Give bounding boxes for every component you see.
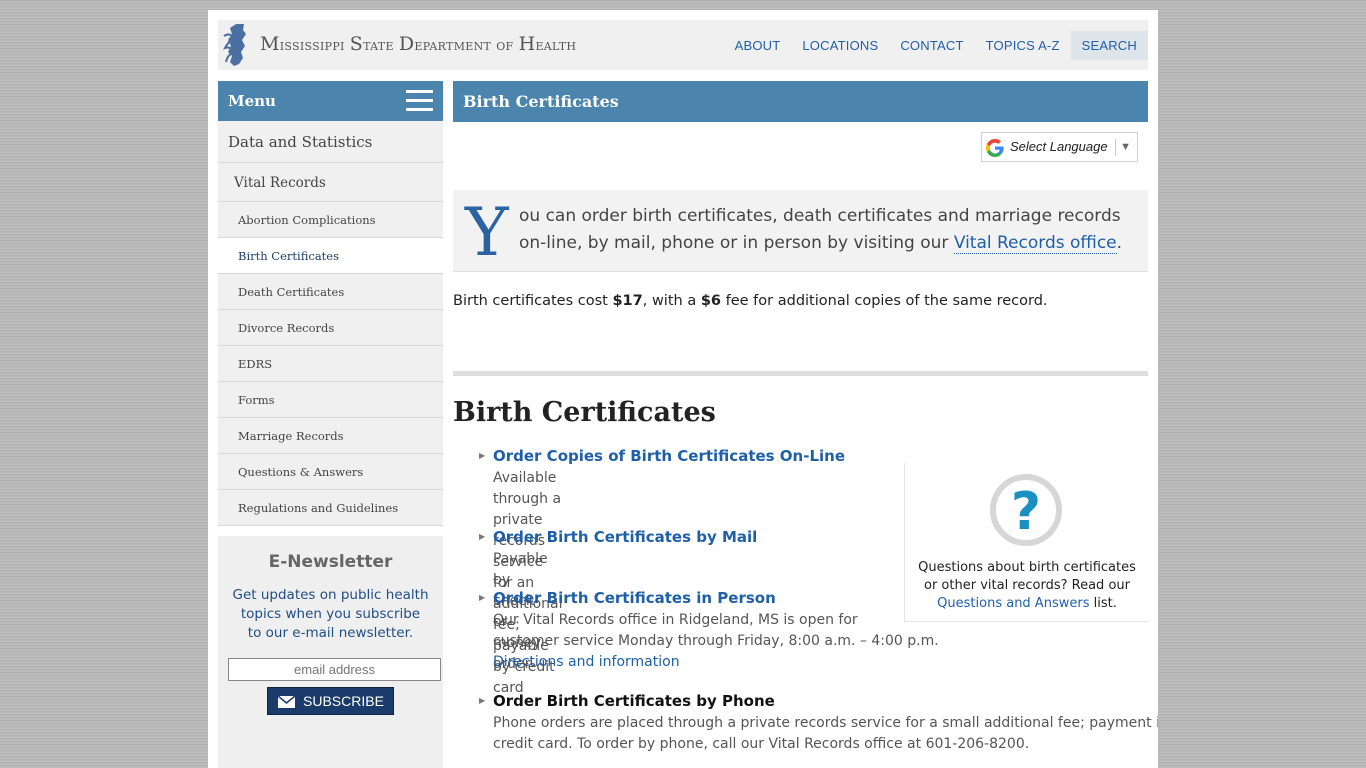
section-heading: Birth Certificates (453, 397, 716, 428)
cost-part: , with a (642, 293, 701, 309)
language-select[interactable]: Select Language ▼ (981, 132, 1138, 162)
bullet-arrow-icon: ▶ (479, 451, 486, 460)
title-letter: D (398, 33, 415, 55)
intro-text: ou can order birth certificates, death c… (519, 203, 1139, 257)
sidebar-item-marriage-records[interactable]: Marriage Records (218, 418, 443, 454)
questions-answers-link[interactable]: Questions and Answers (937, 596, 1089, 611)
desc-line: Our Vital Records office in Ridgeland, M… (493, 612, 858, 628)
question-mark-icon: ? (990, 474, 1062, 546)
sidebar-item-forms[interactable]: Forms (218, 382, 443, 418)
sidebar-item-vital-records[interactable]: Vital Records (218, 163, 443, 202)
menu-toggle[interactable]: Menu (218, 81, 443, 121)
questions-callout: ? Questions about birth certificates or … (904, 463, 1148, 622)
qa-text-part: list. (1089, 596, 1117, 611)
site-header: Mississippi State Department of Health A… (218, 20, 1148, 70)
order-online-link[interactable]: Order Copies of Birth Certificates On-Li… (493, 447, 845, 465)
sidebar-item-questions-answers[interactable]: Questions & Answers (218, 454, 443, 490)
order-by-mail-link[interactable]: Order Birth Certificates by Mail (493, 528, 757, 546)
sidebar: Menu Data and Statistics Vital Records A… (218, 81, 443, 768)
subscribe-label: SUBSCRIBE (303, 693, 384, 709)
title-letter: H (518, 33, 536, 55)
sidebar-item-birth-certificates[interactable]: Birth Certificates (218, 238, 443, 274)
directions-link[interactable]: Directions and information (493, 654, 680, 670)
vital-records-office-link[interactable]: Vital Records office (953, 233, 1117, 254)
svg-text:?: ? (1011, 482, 1041, 542)
language-select-label: Select Language (1010, 139, 1108, 154)
cost-text: Birth certificates cost $17, with a $6 f… (453, 293, 1048, 309)
nav-topics-a-z[interactable]: TOPICS A-Z (975, 31, 1071, 60)
bullet-arrow-icon: ▶ (479, 696, 486, 705)
newsletter-box: E-Newsletter Get updates on public healt… (218, 536, 443, 768)
sidebar-item-divorce-records[interactable]: Divorce Records (218, 310, 443, 346)
nav-about[interactable]: ABOUT (724, 31, 792, 60)
cost-part: fee for additional copies of the same re… (721, 293, 1048, 309)
intro-text-part: . (1116, 233, 1123, 253)
select-separator (1115, 139, 1116, 156)
sidebar-item-death-certificates[interactable]: Death Certificates (218, 274, 443, 310)
main-content: Birth Certificates Select Language ▼ Y o… (453, 81, 1158, 752)
envelope-icon (278, 696, 295, 708)
title-letter: S (349, 33, 364, 55)
cost-price: $17 (612, 293, 643, 309)
title-letter: M (260, 33, 280, 55)
email-input[interactable] (228, 658, 441, 681)
section-divider (453, 371, 1148, 376)
intro-box: Y ou can order birth certificates, death… (453, 190, 1148, 272)
sidebar-item-regulations-guidelines[interactable]: Regulations and Guidelines (218, 490, 443, 526)
page: Mississippi State Department of Health A… (208, 10, 1158, 768)
desc-line: Phone orders are placed through a privat… (493, 715, 1158, 731)
sidebar-item-data-and-statistics[interactable]: Data and Statistics (218, 121, 443, 163)
desc-line: customer service Monday through Friday, … (493, 633, 939, 649)
google-icon (986, 139, 1004, 157)
cost-fee: $6 (700, 293, 722, 309)
nav-search[interactable]: SEARCH (1070, 31, 1148, 60)
order-by-phone-heading: Order Birth Certificates by Phone (493, 692, 775, 710)
bullet-arrow-icon: ▶ (479, 593, 486, 602)
sidebar-item-edrs[interactable]: EDRS (218, 346, 443, 382)
title-word: epartment of (414, 36, 514, 54)
bullet-arrow-icon: ▶ (479, 532, 486, 541)
site-title[interactable]: Mississippi State Department of Health (260, 33, 576, 55)
order-in-person-link[interactable]: Order Birth Certificates in Person (493, 589, 776, 607)
hamburger-icon[interactable] (406, 90, 433, 113)
subscribe-button[interactable]: SUBSCRIBE (267, 687, 394, 715)
nav-contact[interactable]: CONTACT (889, 31, 974, 60)
page-title: Birth Certificates (453, 81, 1148, 122)
qa-text-part: Questions about birth certificates or ot… (918, 560, 1136, 593)
list-item-desc: Phone orders are placed through a privat… (493, 713, 1158, 755)
title-word: tate (363, 36, 394, 54)
nav-locations[interactable]: LOCATIONS (791, 31, 889, 60)
cost-part: Birth certificates cost (453, 293, 613, 309)
questions-callout-text: Questions about birth certificates or ot… (911, 559, 1143, 613)
title-word: ississippi (279, 36, 345, 54)
desc-line: credit card. To order by phone, call our… (493, 736, 1030, 752)
intro-dropcap: Y (465, 194, 509, 271)
menu-label: Menu (228, 92, 276, 110)
dropdown-arrow-icon: ▼ (1120, 141, 1131, 153)
list-item-desc: Our Vital Records office in Ridgeland, M… (493, 610, 939, 673)
mississippi-logo-icon[interactable] (222, 22, 254, 68)
top-navigation: ABOUT LOCATIONS CONTACT TOPICS A-Z SEARC… (724, 31, 1148, 60)
title-word: ealth (535, 36, 577, 54)
newsletter-text: Get updates on public health topics when… (232, 587, 429, 641)
sidebar-item-abortion-complications[interactable]: Abortion Complications (218, 202, 443, 238)
newsletter-title: E-Newsletter (268, 552, 393, 572)
